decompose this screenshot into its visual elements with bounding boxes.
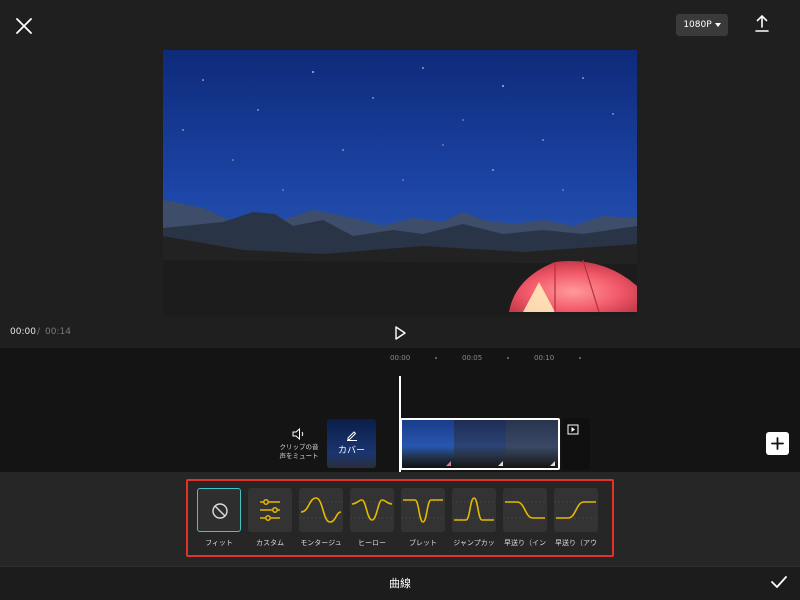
tick-dot: [507, 357, 509, 359]
curve-label: フィット: [205, 539, 233, 547]
cover-label: カバー: [337, 446, 365, 456]
add-clip-button[interactable]: [766, 432, 789, 455]
panel-title: 曲線: [389, 577, 411, 590]
curve-montage-icon: [299, 497, 343, 523]
curve-option-bullet[interactable]: ブレット: [400, 488, 446, 548]
transition-icon: [567, 424, 579, 435]
clip-frame: [454, 420, 506, 468]
curve-option-hero[interactable]: ヒーロー: [349, 488, 395, 548]
curve-label: 早送り（イン: [504, 539, 546, 547]
check-icon: [771, 576, 787, 588]
play-button[interactable]: [392, 325, 408, 341]
curve-option-custom[interactable]: カスタム: [247, 488, 293, 548]
resolution-label: 1080P: [683, 20, 712, 30]
upload-icon: [755, 14, 769, 32]
curve-thumb: [401, 488, 445, 532]
curve-label: 早送り（アウ: [555, 539, 597, 547]
curve-option-flash-in[interactable]: 早送り（イン: [502, 488, 548, 548]
none-icon: [212, 503, 228, 519]
mute-label-line1: クリップの音: [279, 443, 319, 451]
curve-thumb: [299, 488, 343, 532]
sliders-icon: [260, 499, 280, 521]
curve-thumb: [503, 488, 547, 532]
export-button[interactable]: [750, 12, 774, 36]
curve-bullet-icon: [401, 499, 445, 523]
curve-flash-out-icon: [554, 501, 598, 519]
curve-option-montage[interactable]: モンタージュ: [298, 488, 344, 548]
tick-label: 00:10: [534, 354, 555, 362]
curve-thumb: [350, 488, 394, 532]
curve-label: モンタージュ: [300, 539, 342, 547]
curve-option-jumpcut[interactable]: ジャンプカッ: [451, 488, 497, 548]
mute-label-line2: 声をミュート: [279, 452, 319, 460]
tick-dot: [579, 357, 581, 359]
resolution-button[interactable]: 1080P: [676, 14, 728, 36]
preview-image: [163, 50, 637, 316]
confirm-button[interactable]: [770, 574, 788, 590]
edit-pencil-icon: [346, 431, 357, 441]
curve-thumb: [248, 488, 292, 532]
clip-frame: [402, 420, 454, 468]
curve-thumb: [554, 488, 598, 532]
curve-hero-icon: [350, 499, 394, 521]
curve-option-flash-out[interactable]: 早送り（アウ: [553, 488, 599, 548]
caret-down-icon: [714, 23, 721, 27]
speaker-icon: [292, 428, 304, 440]
tick-dot: [435, 357, 437, 359]
curve-label: カスタム: [256, 539, 284, 547]
curve-flash-in-icon: [503, 501, 547, 519]
tick-label: 00:05: [462, 354, 483, 362]
plus-icon: [771, 437, 784, 450]
close-icon: [16, 18, 32, 34]
curve-label: ブレット: [409, 539, 437, 547]
current-time: 00:00: [10, 327, 36, 337]
curve-thumb: [197, 488, 241, 532]
video-preview[interactable]: [163, 50, 637, 316]
curve-thumb: [452, 488, 496, 532]
mute-clip-audio-button[interactable]: クリップの音 声をミュート: [275, 428, 323, 461]
play-icon: [395, 326, 406, 340]
clip-frame: [506, 420, 558, 468]
total-time: 00:14: [45, 327, 71, 337]
cover-button[interactable]: カバー: [327, 419, 376, 468]
curve-option-fit[interactable]: フィット: [196, 488, 242, 548]
curve-label: ジャンプカッ: [453, 539, 495, 547]
curve-label: ヒーロー: [358, 539, 386, 547]
tick-label: 00:00: [390, 354, 411, 362]
video-clip[interactable]: [400, 418, 560, 470]
time-separator: /: [37, 327, 41, 337]
close-button[interactable]: [12, 14, 36, 38]
curve-jumpcut-icon: [452, 497, 496, 521]
